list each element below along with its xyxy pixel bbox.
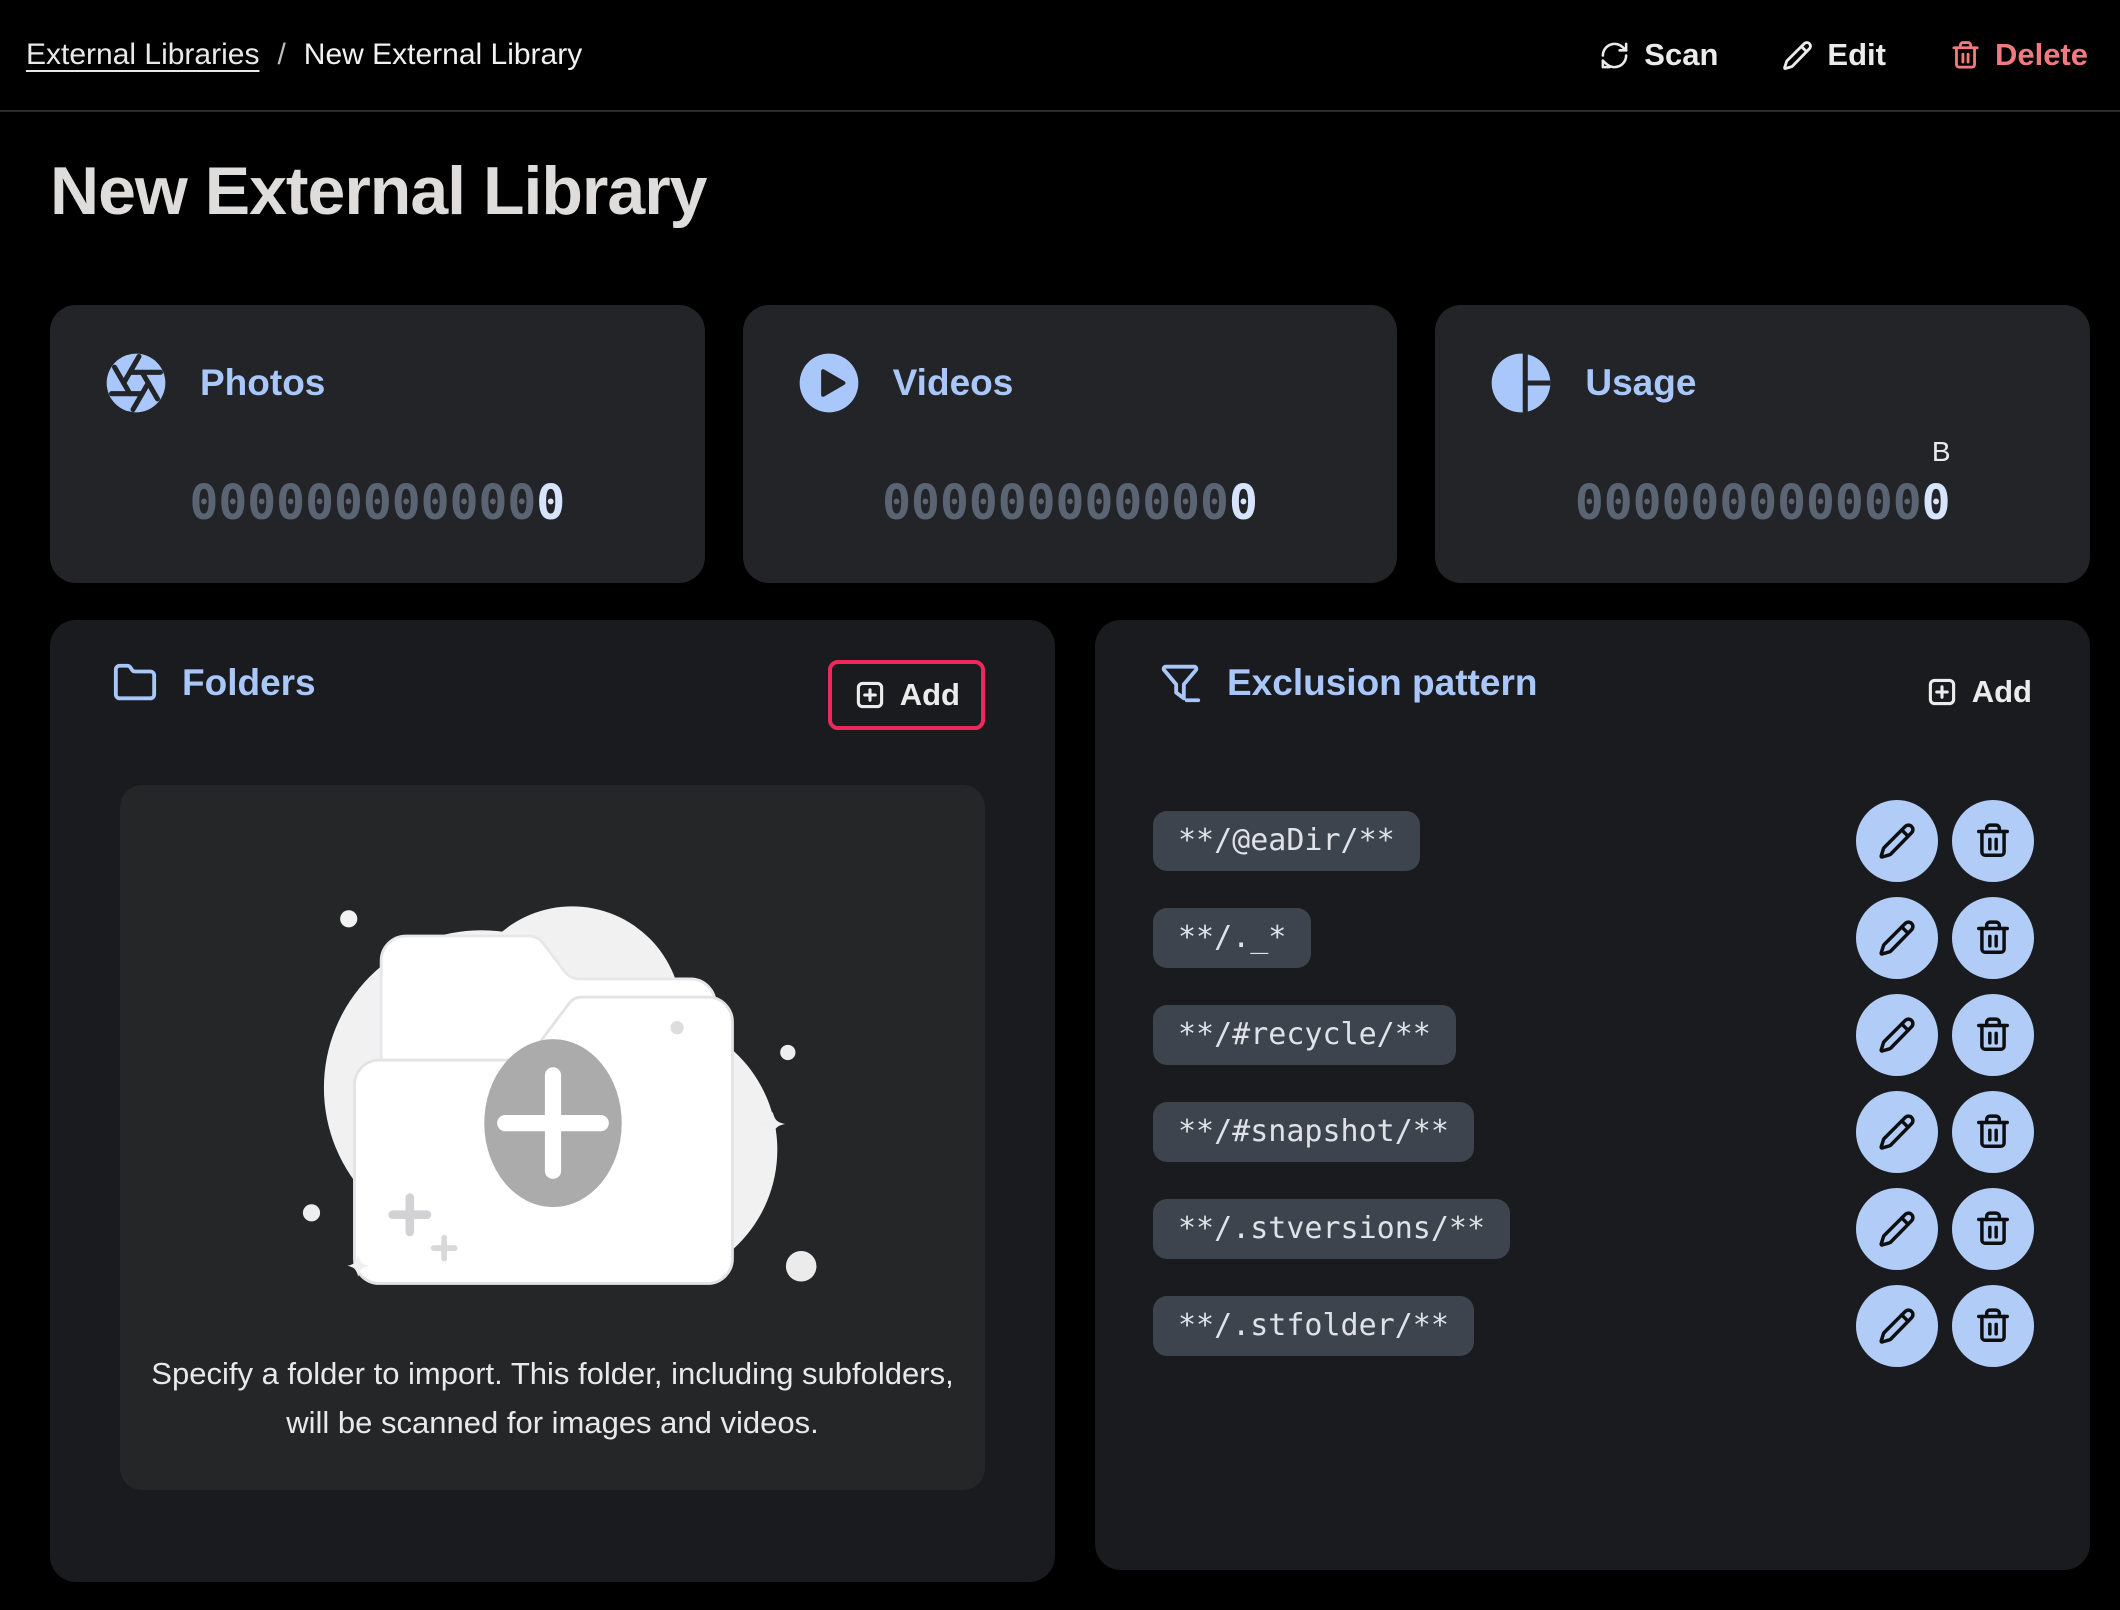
videos-label: Videos bbox=[893, 362, 1014, 404]
folders-panel: Folders Add bbox=[50, 620, 1055, 1582]
usage-stat-card: Usage B 0000000000000 bbox=[1435, 305, 2090, 583]
videos-stat-card: Videos 0000000000000 bbox=[743, 305, 1398, 583]
edit-pattern-button[interactable] bbox=[1856, 897, 1938, 979]
exclusion-panel-title: Exclusion pattern bbox=[1227, 662, 1537, 704]
scan-button[interactable]: Scan bbox=[1599, 37, 1718, 73]
add-exclusion-button-label: Add bbox=[1972, 674, 2032, 710]
exclusion-pattern-value: **/._* bbox=[1153, 908, 1311, 968]
pencil-icon bbox=[1878, 822, 1916, 860]
usage-label: Usage bbox=[1585, 362, 1696, 404]
edit-pattern-button[interactable] bbox=[1856, 800, 1938, 882]
exclusion-pattern-row: **/.stfolder/** bbox=[1153, 1277, 2034, 1374]
breadcrumb-separator: / bbox=[277, 38, 285, 72]
add-folder-button-label: Add bbox=[900, 677, 960, 713]
aperture-icon bbox=[104, 351, 168, 415]
edit-pattern-button[interactable] bbox=[1856, 994, 1938, 1076]
trash-icon bbox=[1974, 1307, 2012, 1345]
delete-pattern-button[interactable] bbox=[1952, 897, 2034, 979]
breadcrumb-current: New External Library bbox=[304, 38, 582, 72]
header-bar: External Libraries / New External Librar… bbox=[0, 0, 2120, 112]
trash-icon bbox=[1974, 1210, 2012, 1248]
filter-minus-icon bbox=[1157, 660, 1203, 706]
add-folder-button[interactable]: Add bbox=[828, 660, 985, 730]
exclusion-pattern-row: **/#recycle/** bbox=[1153, 986, 2034, 1083]
exclusion-pattern-row: **/._* bbox=[1153, 889, 2034, 986]
folder-plus-illustration bbox=[253, 873, 853, 1293]
exclusion-pattern-value: **/.stversions/** bbox=[1153, 1199, 1510, 1259]
delete-pattern-button[interactable] bbox=[1952, 1188, 2034, 1270]
exclusion-pattern-value: **/#recycle/** bbox=[1153, 1005, 1456, 1065]
photos-label: Photos bbox=[200, 362, 325, 404]
pencil-icon bbox=[1878, 1210, 1916, 1248]
folder-icon bbox=[112, 660, 158, 706]
usage-count: B 0000000000000 bbox=[1435, 475, 2090, 533]
exclusion-pattern-list: **/@eaDir/** **/._* bbox=[1153, 792, 2034, 1374]
edit-button-label: Edit bbox=[1827, 37, 1886, 73]
videos-count: 0000000000000 bbox=[743, 475, 1398, 533]
exclusion-pattern-value: **/#snapshot/** bbox=[1153, 1102, 1474, 1162]
header-actions: Scan Edit Delete bbox=[1599, 37, 2088, 73]
trash-icon bbox=[1974, 822, 2012, 860]
pencil-icon bbox=[1878, 1113, 1916, 1151]
scan-button-label: Scan bbox=[1644, 37, 1718, 73]
plus-square-icon bbox=[853, 678, 887, 712]
delete-pattern-button[interactable] bbox=[1952, 1091, 2034, 1173]
pencil-icon bbox=[1878, 919, 1916, 957]
edit-pattern-button[interactable] bbox=[1856, 1091, 1938, 1173]
exclusion-pattern-panel: Exclusion pattern Add **/@eaDir/** bbox=[1095, 620, 2090, 1570]
page-title: New External Library bbox=[50, 152, 706, 230]
trash-icon bbox=[1974, 1113, 2012, 1151]
edit-pattern-button[interactable] bbox=[1856, 1188, 1938, 1270]
edit-button[interactable]: Edit bbox=[1782, 37, 1886, 73]
edit-pattern-button[interactable] bbox=[1856, 1285, 1938, 1367]
folders-empty-caption: Specify a folder to import. This folder,… bbox=[143, 1349, 963, 1447]
pie-chart-icon bbox=[1489, 351, 1553, 415]
stat-cards: Photos 0000000000000 Videos 000000000000… bbox=[50, 305, 2090, 583]
exclusion-pattern-row: **/@eaDir/** bbox=[1153, 792, 2034, 889]
photos-stat-card: Photos 0000000000000 bbox=[50, 305, 705, 583]
delete-pattern-button[interactable] bbox=[1952, 994, 2034, 1076]
pencil-icon bbox=[1878, 1307, 1916, 1345]
trash-icon bbox=[1974, 919, 2012, 957]
exclusion-pattern-value: **/.stfolder/** bbox=[1153, 1296, 1474, 1356]
pencil-icon bbox=[1782, 40, 1813, 71]
delete-pattern-button[interactable] bbox=[1952, 800, 2034, 882]
exclusion-pattern-row: **/#snapshot/** bbox=[1153, 1083, 2034, 1180]
add-exclusion-pattern-button[interactable]: Add bbox=[1925, 674, 2032, 710]
photos-count: 0000000000000 bbox=[50, 475, 705, 533]
folders-panel-title: Folders bbox=[182, 662, 316, 704]
delete-pattern-button[interactable] bbox=[1952, 1285, 2034, 1367]
exclusion-pattern-row: **/.stversions/** bbox=[1153, 1180, 2034, 1277]
delete-button[interactable]: Delete bbox=[1950, 37, 2088, 73]
breadcrumb-external-libraries-link[interactable]: External Libraries bbox=[26, 38, 259, 72]
trash-icon bbox=[1950, 40, 1981, 71]
breadcrumb: External Libraries / New External Librar… bbox=[26, 38, 582, 72]
external-library-detail-page: External Libraries / New External Librar… bbox=[0, 0, 2120, 1610]
trash-icon bbox=[1974, 1016, 2012, 1054]
plus-square-icon bbox=[1925, 675, 1959, 709]
sync-icon bbox=[1599, 40, 1630, 71]
play-circle-icon bbox=[797, 351, 861, 415]
folders-empty-state: Specify a folder to import. This folder,… bbox=[120, 785, 985, 1490]
pencil-icon bbox=[1878, 1016, 1916, 1054]
delete-button-label: Delete bbox=[1995, 37, 2088, 73]
exclusion-pattern-value: **/@eaDir/** bbox=[1153, 811, 1420, 871]
usage-unit: B bbox=[1932, 435, 1951, 469]
